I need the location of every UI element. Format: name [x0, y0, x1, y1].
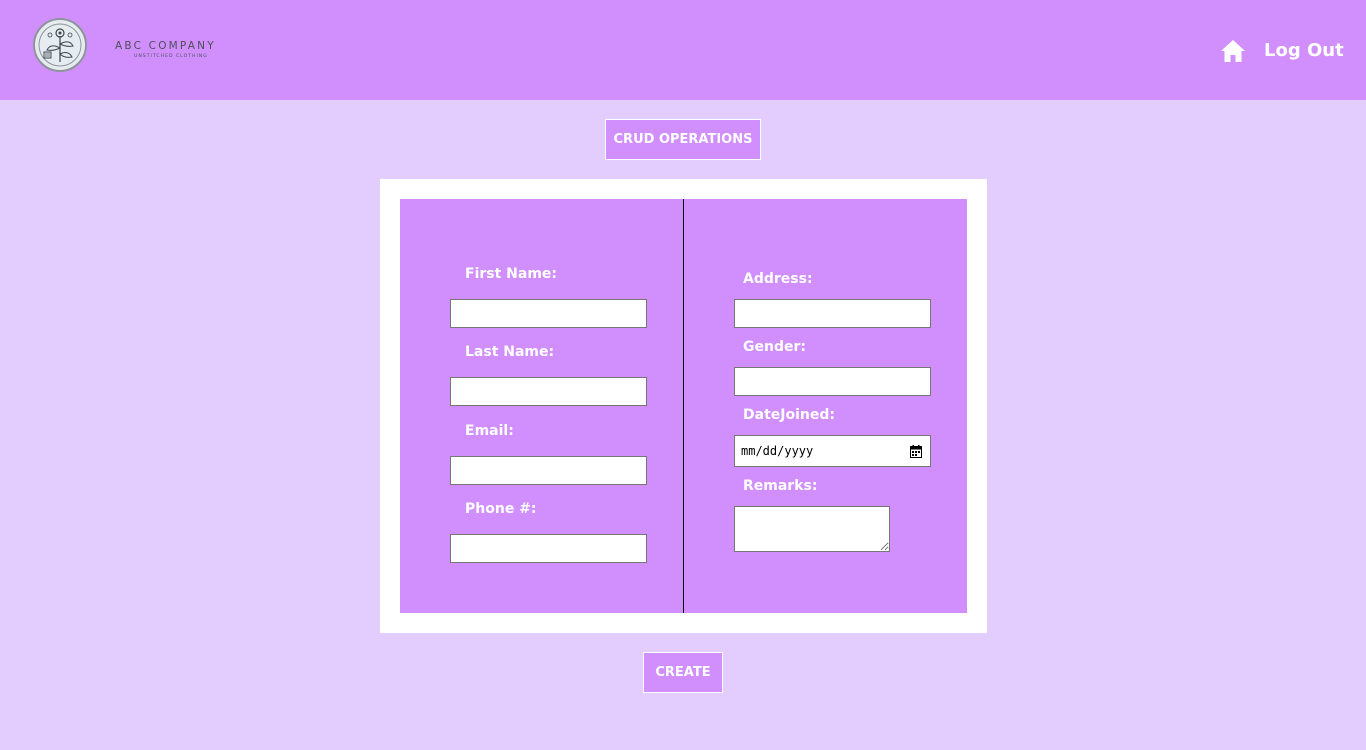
company-name: ABC COMPANY [115, 40, 216, 52]
logout-link[interactable]: Log Out [1264, 40, 1344, 61]
floral-logo-icon [38, 23, 82, 67]
create-button[interactable]: CREATE [643, 652, 723, 693]
phone-input[interactable] [450, 534, 647, 563]
first-name-input[interactable] [450, 299, 647, 328]
form-column-divider [683, 199, 684, 613]
date-joined-label: DateJoined: [743, 407, 835, 423]
last-name-label: Last Name: [465, 344, 555, 360]
home-icon[interactable] [1220, 39, 1246, 63]
remarks-textarea[interactable] [734, 506, 890, 552]
date-joined-placeholder: mm/dd/yyyy [741, 444, 814, 458]
gender-label: Gender: [743, 339, 806, 355]
company-logo [33, 18, 87, 72]
address-label: Address: [743, 271, 813, 287]
first-name-label: First Name: [465, 266, 558, 282]
address-input[interactable] [734, 299, 931, 328]
phone-label: Phone #: [465, 501, 537, 517]
gender-input[interactable] [734, 367, 931, 396]
email-input[interactable] [450, 456, 647, 485]
remarks-label: Remarks: [743, 478, 818, 494]
email-label: Email: [465, 423, 514, 439]
company-tagline: UNSTITCHED CLOTHING [134, 54, 208, 59]
last-name-input[interactable] [450, 377, 647, 406]
date-joined-input[interactable]: mm/dd/yyyy [734, 435, 931, 467]
calendar-icon[interactable] [910, 445, 922, 458]
crud-operations-button[interactable]: CRUD OPERATIONS [605, 119, 761, 160]
top-header: ABC COMPANY UNSTITCHED CLOTHING Log Out [0, 0, 1366, 100]
